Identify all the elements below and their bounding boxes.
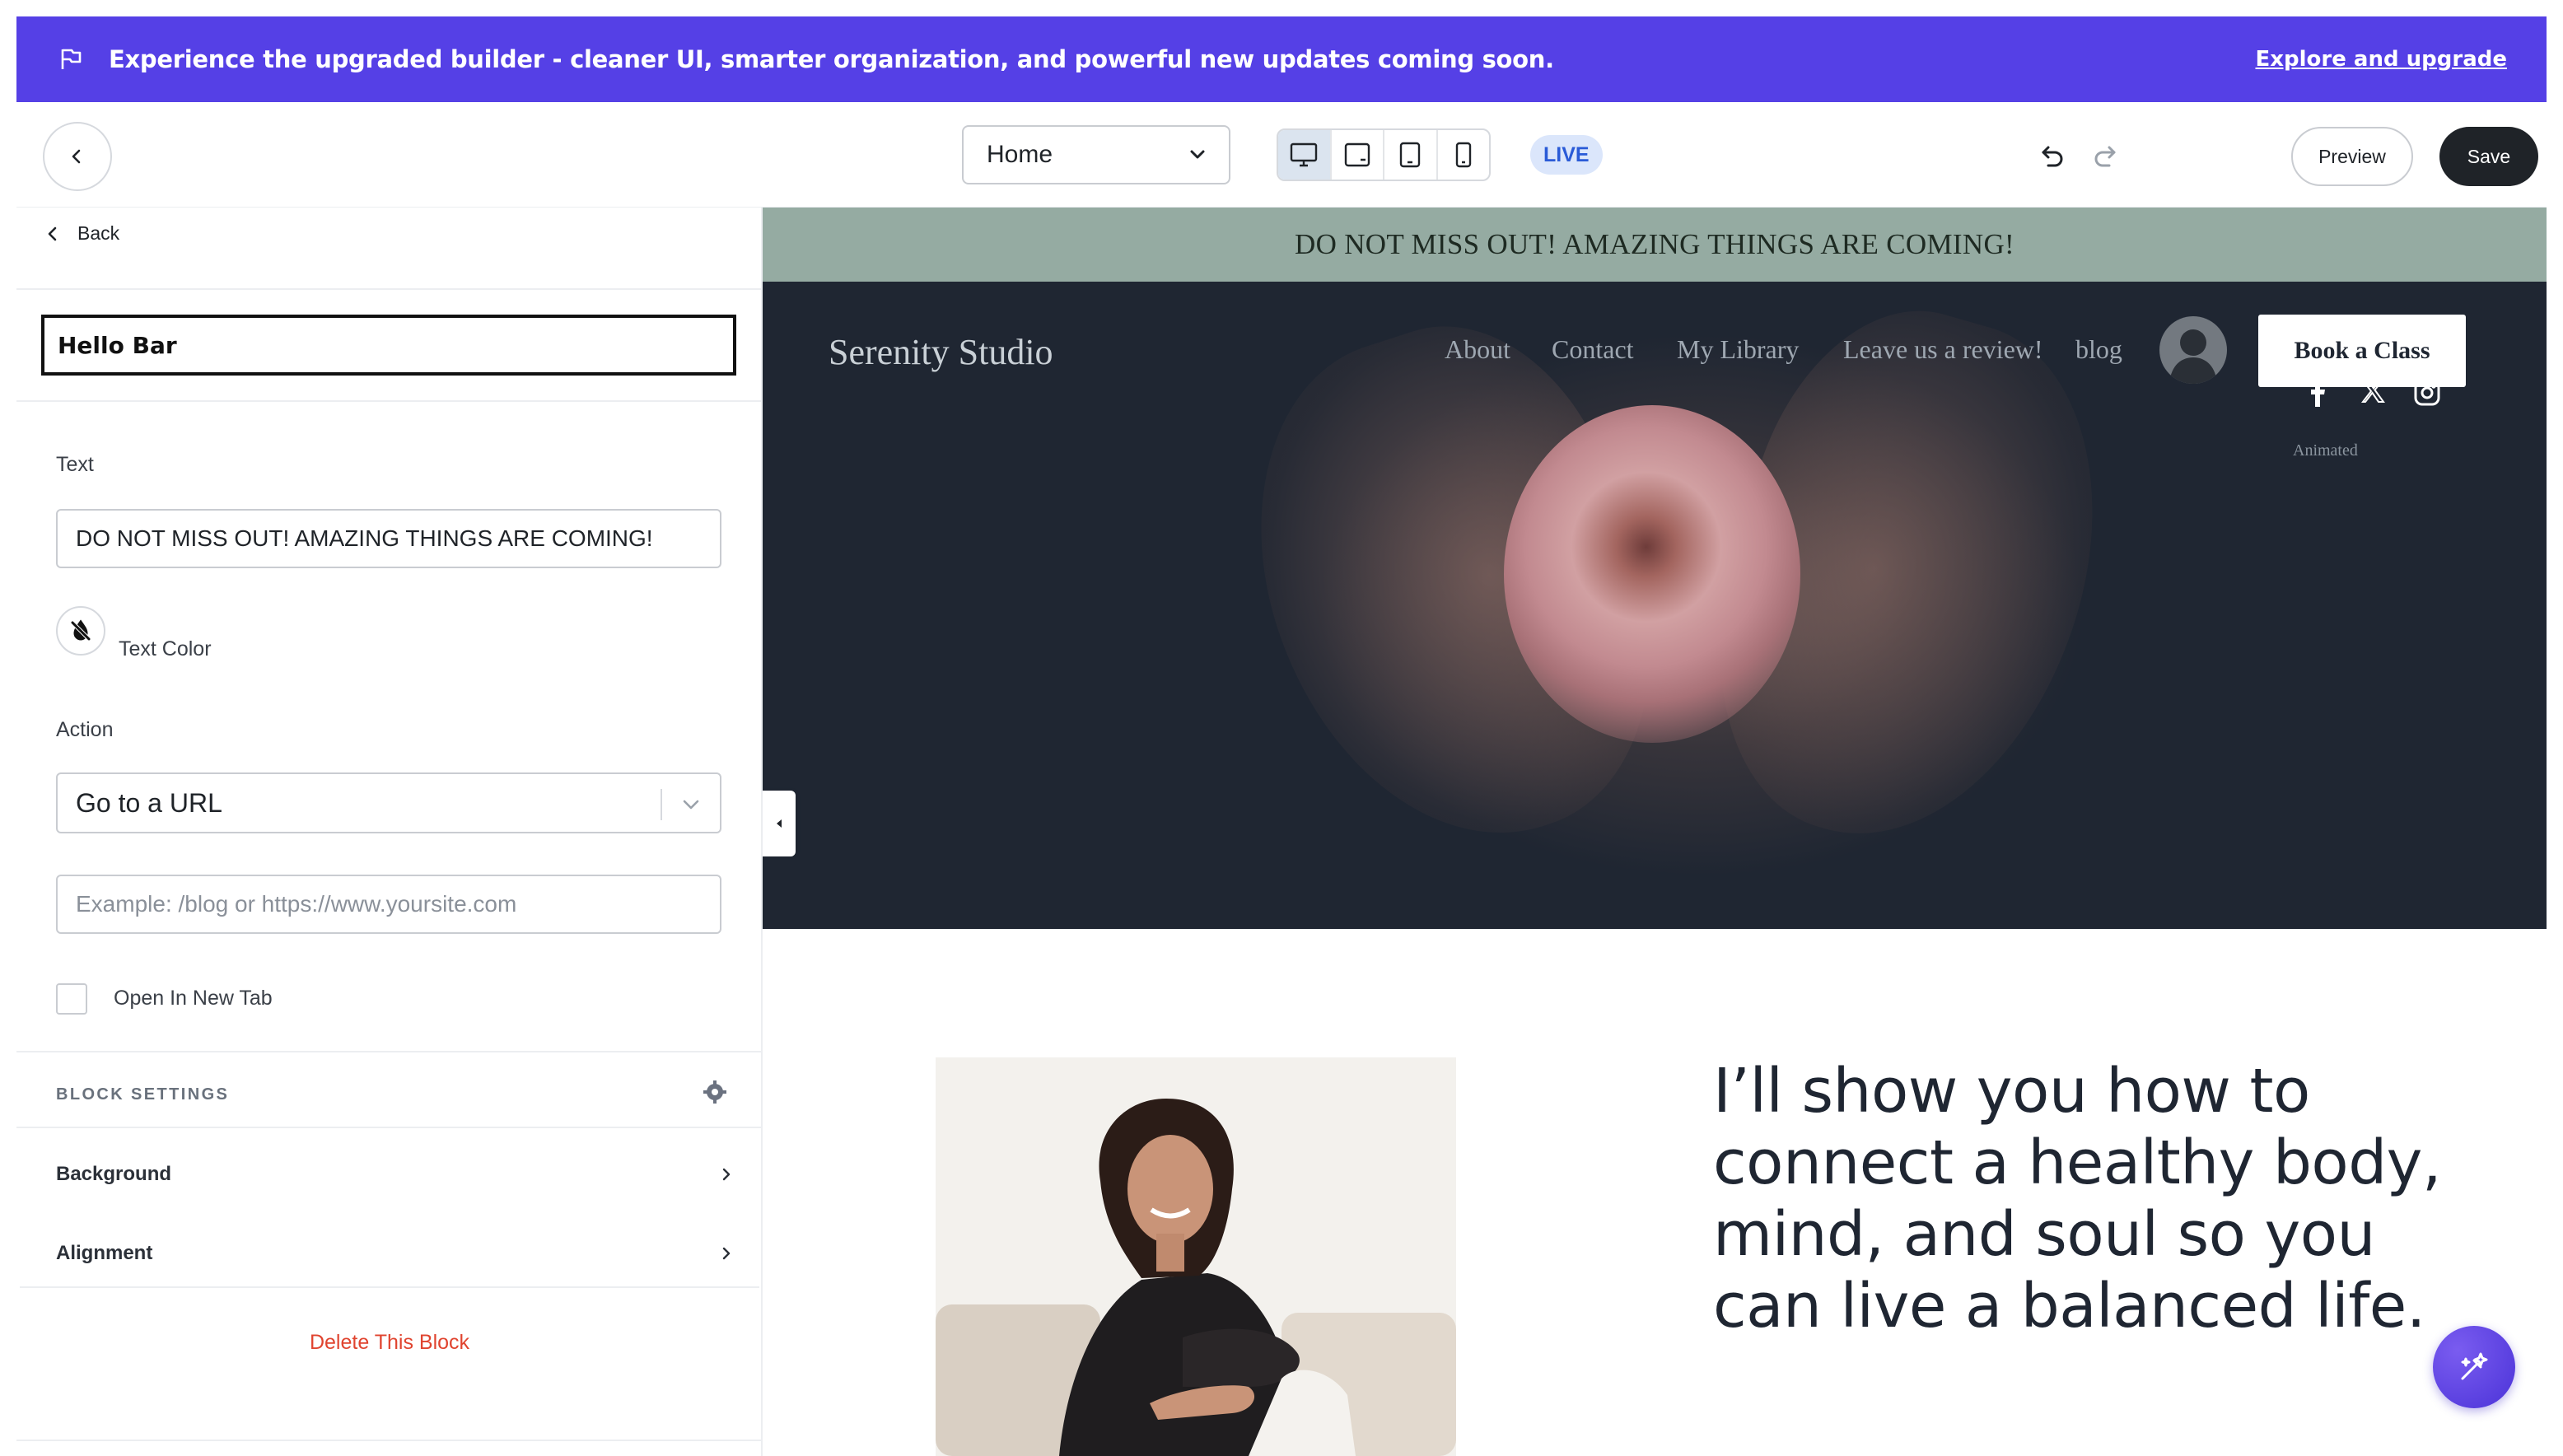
undo-icon xyxy=(2042,146,2063,167)
site-preview-canvas: DO NOT MISS OUT! AMAZING THINGS ARE COMI… xyxy=(763,208,2547,1456)
action-label: Action xyxy=(56,718,114,741)
no-color-icon xyxy=(70,619,91,642)
desktop-icon xyxy=(1291,142,1318,167)
editor-toolbar: Home LIVE Preview Save xyxy=(16,102,2547,208)
mobile-view-button[interactable] xyxy=(1438,130,1490,180)
divider xyxy=(16,1440,763,1441)
nav-link-review[interactable]: Leave us a review! xyxy=(1843,334,2043,365)
gear-icon[interactable] xyxy=(703,1080,726,1104)
open-new-tab-label: Open In New Tab xyxy=(114,987,273,1010)
social-caption: Animated xyxy=(2293,441,2358,460)
sidebar-back-label: Back xyxy=(77,222,120,244)
chevron-down-icon xyxy=(1190,150,1205,159)
banner-message: Experience the upgraded builder - cleane… xyxy=(109,45,1554,73)
text-color-label: Text Color xyxy=(119,637,212,660)
text-color-swatch[interactable] xyxy=(56,606,105,656)
instructor-photo xyxy=(936,1057,1456,1456)
ai-assistant-button[interactable] xyxy=(2433,1326,2515,1408)
laptop-view-button[interactable] xyxy=(1332,130,1384,180)
explore-upgrade-link[interactable]: Explore and upgrade xyxy=(2256,47,2508,72)
hero-section: Serenity Studio About Contact My Library… xyxy=(763,282,2547,929)
mobile-icon xyxy=(1455,142,1471,168)
save-button[interactable]: Save xyxy=(2439,127,2538,186)
divider xyxy=(16,400,763,402)
alignment-row-label: Alignment xyxy=(56,1242,153,1264)
sidebar-back-button[interactable]: Back xyxy=(46,222,119,245)
delete-block-button[interactable]: Delete This Block xyxy=(16,1331,763,1355)
chevron-left-icon xyxy=(72,149,81,164)
desktop-view-button[interactable] xyxy=(1278,130,1332,180)
exit-editor-button[interactable] xyxy=(43,122,112,191)
nav-link-my-library[interactable]: My Library xyxy=(1677,334,1799,365)
action-select[interactable]: Go to a URL xyxy=(56,772,721,833)
redo-icon xyxy=(2094,146,2116,167)
block-title-input[interactable]: Hello Bar xyxy=(41,315,736,376)
alignment-settings-row[interactable]: Alignment xyxy=(56,1237,731,1270)
block-editor-sidebar: Back Hello Bar Text DO NOT MISS OUT! AMA… xyxy=(16,208,763,1456)
block-settings-heading: BLOCK SETTINGS xyxy=(56,1085,230,1104)
portrait-illustration xyxy=(936,1057,1456,1456)
page-select-value: Home xyxy=(987,141,1053,168)
preview-button[interactable]: Preview xyxy=(2291,127,2413,186)
sparkle-wand-icon xyxy=(2461,1352,2488,1380)
user-avatar-icon xyxy=(2169,329,2217,384)
flag-icon xyxy=(56,44,86,74)
laptop-icon xyxy=(1344,142,1370,167)
text-field-label: Text xyxy=(56,453,94,476)
nav-link-about[interactable]: About xyxy=(1445,334,1510,365)
chevron-right-icon xyxy=(722,1168,731,1181)
chevron-right-icon xyxy=(722,1247,731,1260)
open-new-tab-checkbox[interactable] xyxy=(56,983,87,1015)
hero-image-flower xyxy=(1504,405,1800,743)
caret-left-icon xyxy=(777,819,782,828)
divider xyxy=(16,1127,763,1128)
tablet-icon xyxy=(1400,142,1421,168)
undo-button[interactable] xyxy=(2036,140,2069,173)
upgrade-banner: Experience the upgraded builder - cleane… xyxy=(16,16,2547,102)
hello-bar[interactable]: DO NOT MISS OUT! AMAZING THINGS ARE COMI… xyxy=(763,208,2547,282)
select-divider xyxy=(661,789,662,820)
redo-button[interactable] xyxy=(2089,140,2122,173)
url-input[interactable]: Example: /blog or https://www.yoursite.c… xyxy=(56,875,721,934)
site-brand[interactable]: Serenity Studio xyxy=(829,331,1053,373)
chevron-left-icon xyxy=(48,226,57,240)
nav-link-blog[interactable]: blog xyxy=(2075,334,2122,365)
text-input[interactable]: DO NOT MISS OUT! AMAZING THINGS ARE COMI… xyxy=(56,509,721,568)
divider xyxy=(16,1051,763,1052)
avatar[interactable] xyxy=(2159,316,2227,384)
background-settings-row[interactable]: Background xyxy=(56,1158,731,1191)
background-row-label: Background xyxy=(56,1163,172,1185)
divider xyxy=(20,1286,759,1288)
live-status-badge: LIVE xyxy=(1530,135,1603,175)
divider xyxy=(16,288,763,290)
tablet-view-button[interactable] xyxy=(1384,130,1438,180)
action-select-value: Go to a URL xyxy=(76,787,222,818)
device-switcher xyxy=(1277,128,1491,181)
chevron-down-icon xyxy=(683,800,699,810)
page-select[interactable]: Home xyxy=(962,125,1230,184)
collapse-sidebar-button[interactable] xyxy=(763,791,796,856)
book-class-button[interactable]: Book a Class xyxy=(2258,315,2466,387)
nav-link-contact[interactable]: Contact xyxy=(1552,334,1634,365)
hero-headline: I’ll show you how to connect a healthy b… xyxy=(1713,1056,2441,1342)
